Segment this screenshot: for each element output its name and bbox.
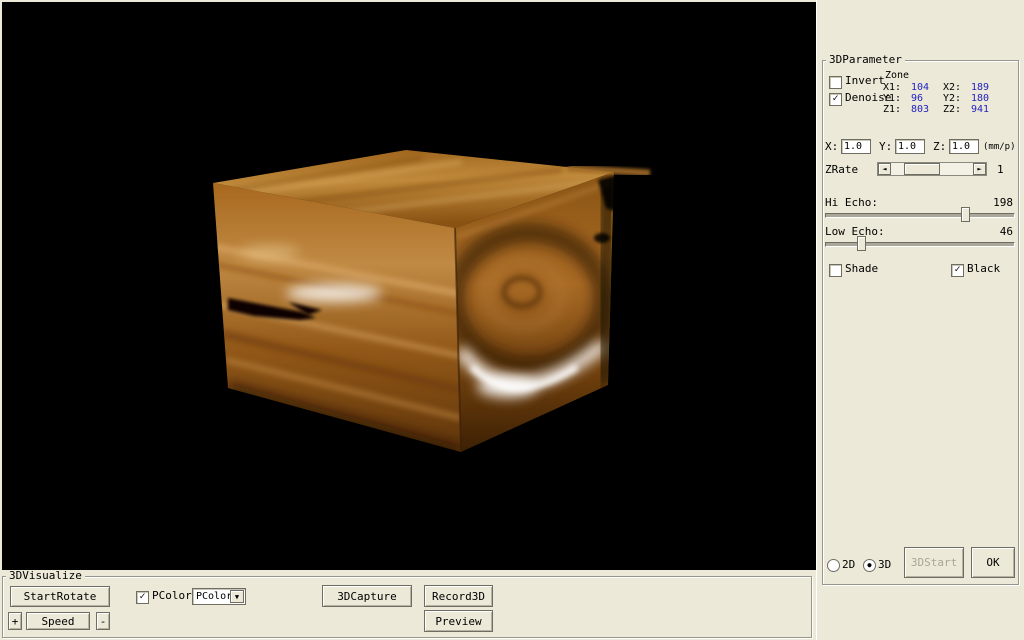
chevron-down-icon[interactable]: ▼ xyxy=(230,590,244,603)
scale-z-input[interactable]: 1.0 xyxy=(949,139,979,154)
zone-y1-value: 96 xyxy=(911,93,923,104)
zone-y2-label: Y2: xyxy=(943,93,961,104)
param-group-title: 3DParameter xyxy=(826,54,905,66)
parameter-panel: 3DParameter Invert ✓ Denoise Zone X1: 10… xyxy=(816,0,1024,640)
scale-x-label: X: xyxy=(825,141,838,153)
hi-echo-track[interactable] xyxy=(825,213,1015,218)
low-echo-slider[interactable] xyxy=(857,236,866,251)
speed-minus-button[interactable]: - xyxy=(96,612,110,630)
zone-x1-label: X1: xyxy=(883,82,901,93)
pcolor-label: PColor xyxy=(152,590,192,602)
render-viewport[interactable] xyxy=(2,2,816,570)
mode-2d-label: 2D xyxy=(842,559,855,571)
scale-y-label: Y: xyxy=(879,141,892,153)
speed-button[interactable]: Speed xyxy=(26,612,90,630)
shade-label: Shade xyxy=(845,263,878,275)
scale-y-input[interactable]: 1.0 xyxy=(895,139,925,154)
mode-3d-label: 3D xyxy=(878,559,891,571)
zone-y1-label: Y1: xyxy=(883,93,901,104)
mode-3d-radio[interactable]: ● xyxy=(863,559,876,572)
start-3d-button[interactable]: 3DStart xyxy=(904,547,964,578)
zone-z2-label: Z2: xyxy=(943,104,961,115)
denoise-checkbox[interactable]: ✓ xyxy=(829,93,842,106)
zrate-label: ZRate xyxy=(825,164,858,176)
zone-z2-value: 941 xyxy=(971,104,989,115)
pcolor-checkbox[interactable]: ✓ xyxy=(136,591,149,604)
invert-label: Invert xyxy=(845,75,885,87)
3d-volume-render[interactable] xyxy=(2,2,816,570)
speed-plus-button[interactable]: + xyxy=(8,612,22,630)
zone-z1-value: 803 xyxy=(911,104,929,115)
ok-button[interactable]: OK xyxy=(971,547,1015,578)
visualize-bar: 3DVisualize StartRotate + Speed - ✓ PCol… xyxy=(0,570,816,640)
pcolor-dropdown-value: PColor xyxy=(196,590,232,603)
preview-button[interactable]: Preview xyxy=(424,610,493,632)
zone-x2-value: 189 xyxy=(971,82,989,93)
scale-x-input[interactable]: 1.0 xyxy=(841,139,871,154)
visualize-group-title: 3DVisualize xyxy=(6,570,85,582)
low-echo-label: Low Echo: xyxy=(825,226,885,238)
scale-z-label: Z: xyxy=(933,141,946,153)
zrate-right-arrow[interactable]: ► xyxy=(973,163,986,175)
hi-echo-label: Hi Echo: xyxy=(825,197,878,209)
zone-x2-label: X2: xyxy=(943,82,961,93)
black-checkbox[interactable]: ✓ xyxy=(951,264,964,277)
capture-3d-button[interactable]: 3DCapture xyxy=(322,585,412,607)
invert-checkbox[interactable] xyxy=(829,76,842,89)
shade-checkbox[interactable] xyxy=(829,264,842,277)
hi-echo-slider[interactable] xyxy=(961,207,970,222)
zrate-scrollbar[interactable]: ◄ ► xyxy=(877,162,987,176)
zrate-thumb[interactable] xyxy=(904,163,940,175)
low-echo-track[interactable] xyxy=(825,242,1015,247)
record-3d-button[interactable]: Record3D xyxy=(424,585,493,607)
zone-x1-value: 104 xyxy=(911,82,929,93)
zone-z1-label: Z1: xyxy=(883,104,901,115)
scale-unit-label: (mm/p) xyxy=(983,141,1016,153)
black-label: Black xyxy=(967,263,1000,275)
zone-title: Zone xyxy=(885,70,909,81)
mode-2d-radio[interactable] xyxy=(827,559,840,572)
start-rotate-button[interactable]: StartRotate xyxy=(10,586,110,607)
zrate-value: 1 xyxy=(997,164,1004,176)
zrate-left-arrow[interactable]: ◄ xyxy=(878,163,891,175)
zone-y2-value: 180 xyxy=(971,93,989,104)
low-echo-value: 46 xyxy=(977,226,1013,238)
pcolor-dropdown[interactable]: PColor ▼ xyxy=(192,588,246,605)
hi-echo-value: 198 xyxy=(977,197,1013,209)
